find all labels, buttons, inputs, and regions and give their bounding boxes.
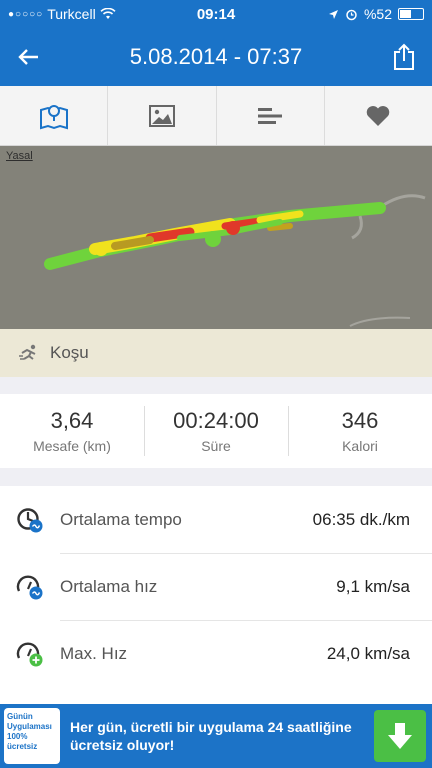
running-icon bbox=[19, 344, 36, 360]
signal-strength: ●○○○○ bbox=[8, 8, 44, 20]
detail-stats-list: Ortalama tempo 06:35 dk./km Ortalama hız… bbox=[0, 486, 432, 704]
stat-value: 24,0 km/sa bbox=[326, 644, 410, 663]
share-icon bbox=[394, 43, 414, 70]
distance-label: Mesafe (km) bbox=[33, 438, 111, 454]
battery-icon bbox=[398, 8, 424, 20]
stat-value: 9,1 km/sa bbox=[336, 577, 410, 596]
heart-icon bbox=[367, 105, 390, 126]
route-map[interactable]: Yasal bbox=[0, 146, 432, 329]
battery-percent: %52 bbox=[363, 6, 392, 22]
splits-icon bbox=[258, 107, 283, 124]
calories-stat: 346 Kalori bbox=[288, 394, 432, 468]
avg-speed-icon bbox=[16, 575, 43, 600]
page-title: 5.08.2014 - 07:37 bbox=[129, 44, 303, 69]
detail-tabs bbox=[0, 86, 432, 146]
duration-stat: 00:24:00 Süre bbox=[144, 394, 288, 468]
list-item: Max. Hız 24,0 km/sa bbox=[16, 620, 432, 687]
duration-value: 00:24:00 bbox=[173, 408, 259, 433]
tab-photos[interactable] bbox=[108, 86, 217, 145]
list-item: Ortalama hız 9,1 km/sa bbox=[16, 553, 432, 620]
summary-stats: 3,64 Mesafe (km) 00:24:00 Süre 346 Kalor… bbox=[0, 394, 432, 468]
carrier-name: Turkcell bbox=[47, 6, 96, 22]
stat-value: 06:35 dk./km bbox=[312, 509, 410, 529]
status-bar: ●○○○○ Turkcell 09:14 %52 bbox=[0, 0, 432, 28]
distance-value: 3,64 bbox=[50, 408, 94, 433]
max-speed-icon bbox=[16, 642, 43, 667]
stat-label: Ortalama hız bbox=[60, 577, 158, 596]
alarm-icon bbox=[346, 9, 357, 20]
photo-icon bbox=[148, 104, 175, 127]
back-arrow-icon bbox=[18, 49, 38, 65]
calories-value: 346 bbox=[341, 408, 379, 433]
activity-type-row: Koşu bbox=[0, 329, 432, 377]
tab-splits[interactable] bbox=[217, 86, 325, 145]
ad-app-logo: Günün Uygulaması 100% ücretsiz bbox=[4, 708, 60, 764]
tab-heart-rate[interactable] bbox=[325, 86, 432, 145]
ad-logo-text: Günün Uygulaması 100% ücretsiz bbox=[7, 712, 52, 751]
stat-label: Max. Hız bbox=[60, 644, 128, 663]
download-arrow-icon bbox=[388, 723, 412, 749]
wifi-icon bbox=[100, 8, 116, 19]
tab-map[interactable] bbox=[0, 86, 109, 145]
share-button[interactable] bbox=[376, 28, 432, 86]
activity-type-label: Koşu bbox=[50, 343, 89, 362]
location-arrow-icon bbox=[328, 9, 338, 19]
ad-banner[interactable]: Günün Uygulaması 100% ücretsiz Her gün, … bbox=[0, 704, 432, 768]
distance-stat: 3,64 Mesafe (km) bbox=[0, 394, 144, 468]
navigation-bar: 5.08.2014 - 07:37 bbox=[0, 28, 432, 86]
route-line bbox=[44, 194, 426, 327]
map-icon bbox=[39, 104, 68, 129]
duration-label: Süre bbox=[201, 438, 231, 454]
list-item: Ortalama tempo 06:35 dk./km bbox=[0, 486, 432, 553]
ad-text: Her gün, ücretli bir uygulama 24 saatliğ… bbox=[70, 719, 352, 753]
stat-label: Ortalama tempo bbox=[60, 509, 182, 529]
back-button[interactable] bbox=[0, 28, 56, 86]
status-time: 09:14 bbox=[196, 5, 236, 23]
calories-label: Kalori bbox=[342, 438, 378, 454]
pace-icon bbox=[17, 507, 43, 532]
ad-download-button[interactable] bbox=[374, 710, 426, 762]
